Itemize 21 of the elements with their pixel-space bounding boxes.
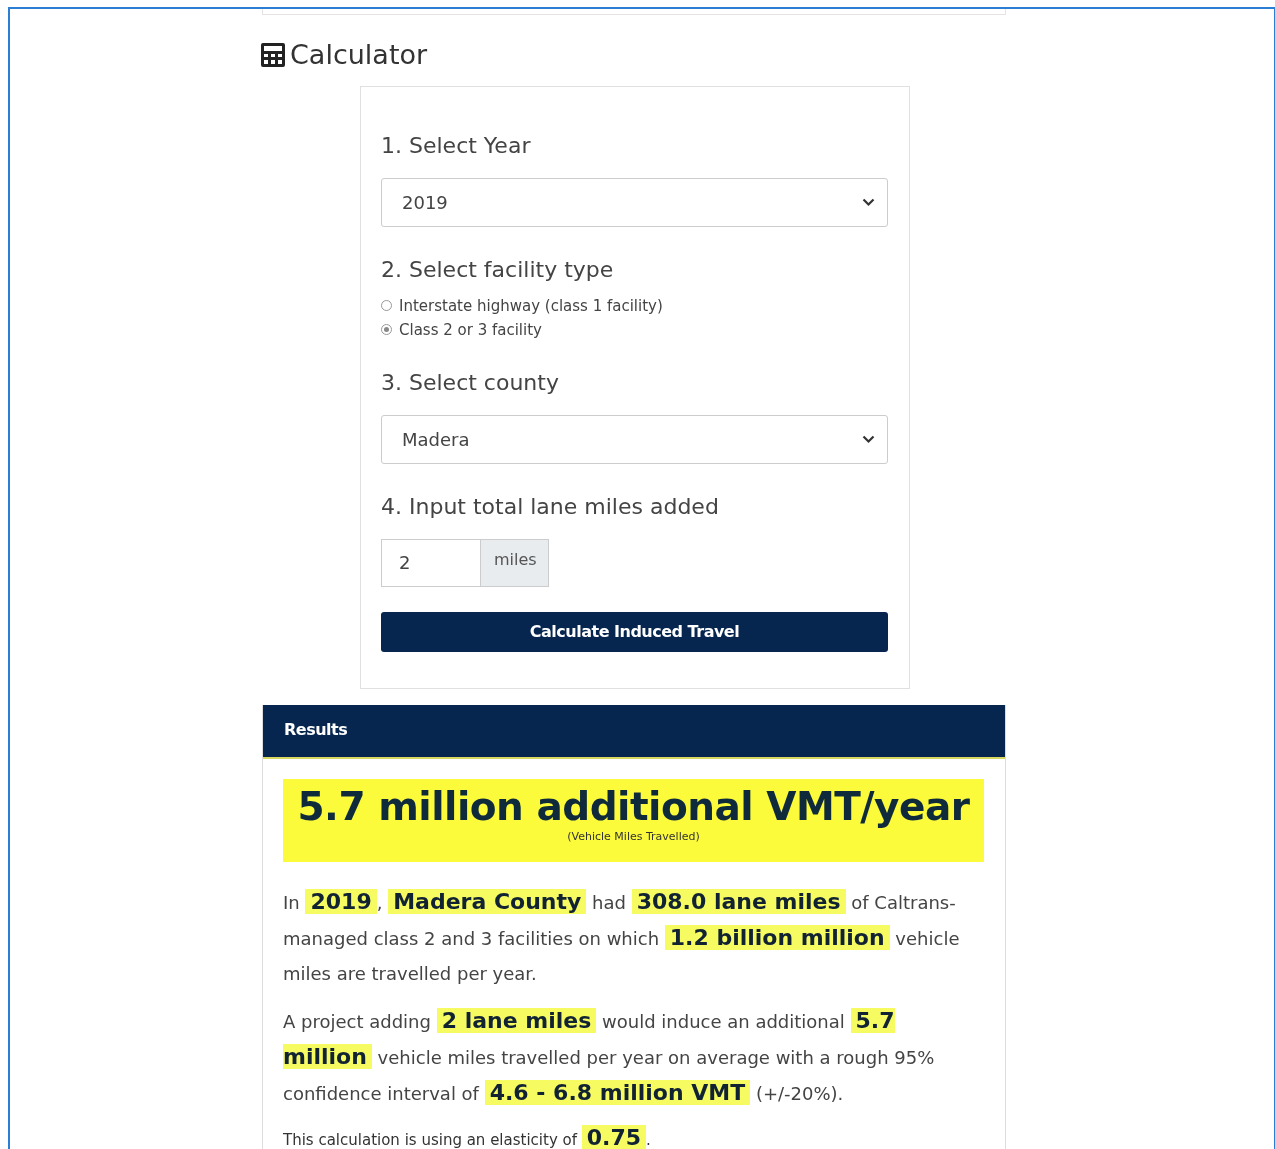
note-text: This calculation is using an elasticity of 0.75.	[283, 1123, 652, 1149]
radio-label[interactable]: Interstate highway (class 1 facility)	[399, 293, 663, 318]
result-subtitle: (Vehicle Miles Travelled)	[566, 829, 701, 846]
field-label: 3. Select county	[381, 368, 560, 397]
section-heading: Calculator	[290, 38, 428, 72]
calculate-button[interactable]: Calculate Induced Travel	[381, 611, 888, 652]
select-field[interactable]: 2019	[381, 177, 888, 227]
field-label: 4. Input total lane miles added	[381, 492, 720, 521]
chevron-down-icon	[862, 434, 875, 444]
result-paragraph: A project adding 2 lane miles would induce an additional 5.7 million vehicle miles travelled per year on average with a rough 95% confidence interval of 4.6 - 6.8 million VMT (+/-20%).	[283, 1006, 936, 1107]
number-field[interactable]: 2	[381, 538, 481, 587]
radio-label[interactable]: Class 2 or 3 facility	[399, 317, 542, 342]
chevron-down-icon	[862, 197, 875, 207]
field-label: 1. Select Year	[381, 131, 532, 160]
result-headline: 5.7 million additional VMT/year	[296, 784, 971, 830]
unit-label: miles	[481, 538, 549, 587]
results-header: Results	[263, 704, 1005, 759]
select-field[interactable]: Madera	[381, 414, 888, 464]
calculator-icon	[260, 42, 286, 69]
result-paragraph: In 2019, Madera County had 308.0 lane miles of Caltrans-managed class 2 and 3 facilities on which 1.2 billion million vehicle miles are travelled per year.	[283, 887, 961, 986]
field-label: 2. Select facility type	[381, 255, 615, 284]
